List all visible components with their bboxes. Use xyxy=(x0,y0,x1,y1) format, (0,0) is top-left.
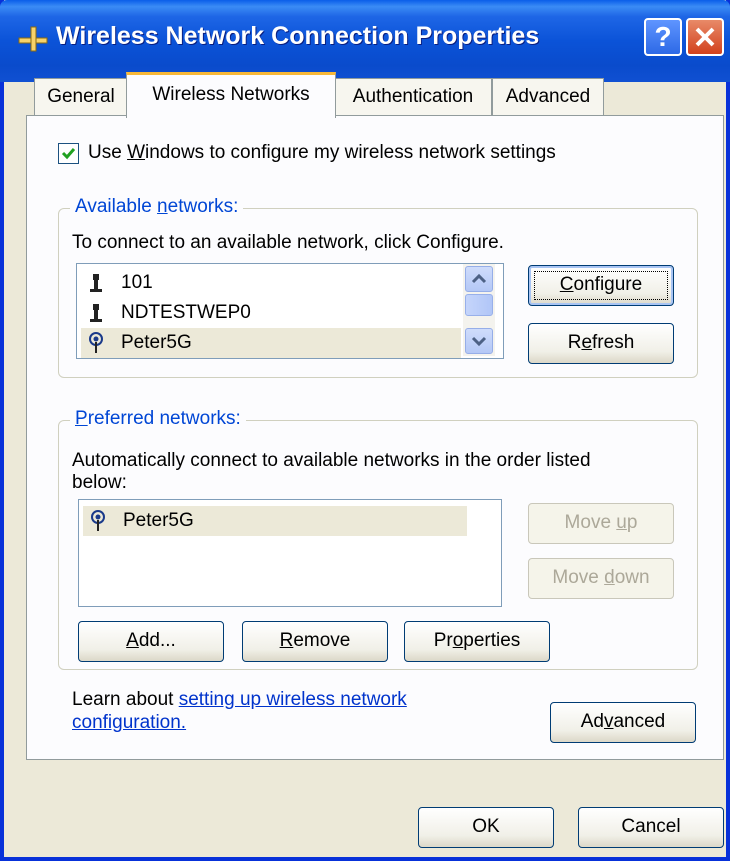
available-networks-title: Available networks: xyxy=(70,196,244,218)
available-networks-list[interactable]: 101 NDTESTWEP0 Peter5G xyxy=(76,263,504,359)
cancel-button[interactable]: Cancel xyxy=(578,807,724,848)
checkmark-icon xyxy=(61,148,76,160)
tab-advanced[interactable]: Advanced xyxy=(492,78,604,116)
ok-button[interactable]: OK xyxy=(418,807,554,848)
tab-general[interactable]: General xyxy=(34,78,128,116)
preferred-instruction-line2: below: xyxy=(72,472,127,493)
use-windows-label: Use Windows to configure my wireless net… xyxy=(88,142,556,163)
chevron-up-icon xyxy=(471,273,487,284)
add-button[interactable]: Add... xyxy=(78,621,224,662)
dialog-window: Wireless Network Connection Properties ?… xyxy=(0,0,730,861)
available-instruction: To connect to an available network, clic… xyxy=(72,232,504,253)
list-item[interactable]: Peter5G xyxy=(83,506,467,536)
title-bar[interactable]: Wireless Network Connection Properties ? xyxy=(0,0,730,82)
list-item[interactable]: NDTESTWEP0 xyxy=(81,298,461,328)
preferred-networks-list[interactable]: Peter5G xyxy=(78,499,502,607)
wireless-setup-link[interactable]: setting up wireless network xyxy=(179,689,407,710)
help-button[interactable]: ? xyxy=(644,18,682,56)
list-item[interactable]: Peter5G xyxy=(81,328,461,358)
refresh-button[interactable]: Refresh xyxy=(528,323,674,364)
preferred-networks-title: Preferred networks: xyxy=(70,408,246,430)
move-down-button[interactable]: Move down xyxy=(528,558,674,599)
remove-button[interactable]: Remove xyxy=(242,621,388,662)
window-title: Wireless Network Connection Properties xyxy=(56,22,540,50)
configure-button[interactable]: Configure xyxy=(528,265,674,306)
tab-authentication[interactable]: Authentication xyxy=(334,78,492,116)
access-point-antenna-icon xyxy=(89,332,103,353)
move-up-button[interactable]: Move up xyxy=(528,503,674,544)
use-windows-checkbox[interactable] xyxy=(58,143,79,164)
access-point-antenna-icon xyxy=(91,510,105,531)
scroll-up-button[interactable] xyxy=(465,266,493,292)
close-icon xyxy=(695,27,715,47)
close-button[interactable] xyxy=(686,18,724,56)
preferred-instruction-line1: Automatically connect to available netwo… xyxy=(72,450,591,471)
advanced-button[interactable]: Advanced xyxy=(550,702,696,743)
list-item[interactable]: 101 xyxy=(81,268,461,298)
wireless-setup-link-line2[interactable]: configuration. xyxy=(72,712,186,734)
available-list-scrollbar[interactable] xyxy=(463,264,495,356)
scroll-down-button[interactable] xyxy=(465,328,493,354)
learn-about-text: Learn about setting up wireless network xyxy=(72,689,407,710)
ad-hoc-computer-icon xyxy=(90,304,102,322)
chevron-down-icon xyxy=(471,336,487,347)
scroll-thumb[interactable] xyxy=(465,294,493,316)
network-connection-icon xyxy=(18,26,48,52)
properties-button[interactable]: Properties xyxy=(404,621,550,662)
focus-ring xyxy=(534,271,668,300)
tab-wireless-networks[interactable]: Wireless Networks xyxy=(126,72,336,118)
ad-hoc-computer-icon xyxy=(90,274,102,292)
